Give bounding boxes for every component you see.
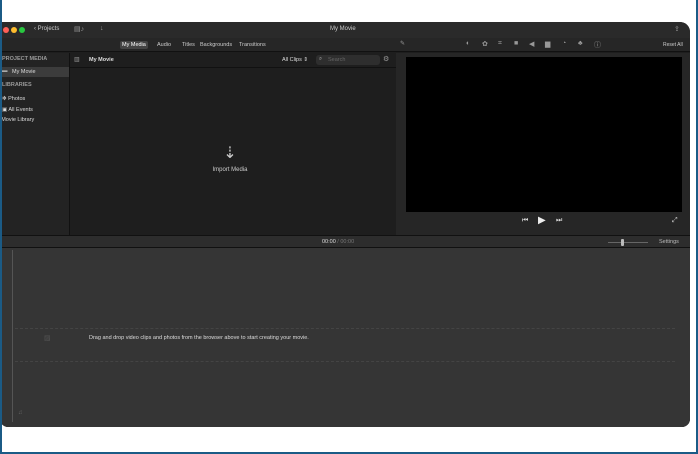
sidebar-toggle-icon[interactable]: ▥ — [74, 56, 80, 63]
zoom-slider[interactable] — [608, 239, 648, 246]
stabilization-icon[interactable]: ■ — [514, 40, 518, 47]
fullscreen-icon[interactable]: ⤢ — [672, 217, 678, 225]
sidebar-item-label: My Movie — [12, 69, 36, 75]
color-balance-icon[interactable]: ◐ — [466, 40, 470, 47]
minimize-button[interactable] — [11, 27, 17, 33]
search-placeholder: Search — [328, 57, 346, 63]
browser-title: My Movie — [89, 57, 114, 63]
timeline-settings-button[interactable]: Settings — [659, 239, 679, 245]
total-time: 00:00 — [340, 239, 355, 245]
equalizer-icon[interactable]: ▆ — [545, 40, 550, 48]
magic-wand-icon[interactable]: ✎ — [400, 40, 405, 47]
projects-back-button[interactable]: ‹ Projects — [34, 26, 59, 32]
import-arrow-icon: ⇣ — [223, 145, 237, 162]
preview-screen — [406, 57, 682, 212]
photo-drop-icon: ▨ — [44, 335, 51, 342]
tab-audio[interactable]: Audio — [155, 41, 173, 49]
media-library-icon[interactable]: ▤♪ — [74, 25, 84, 33]
libraries-sidebar: PROJECT MEDIA My Movie ▬ LIBRARIES ✻ Pho… — [0, 53, 70, 235]
reset-all-button[interactable]: Reset All — [661, 41, 685, 49]
browser-header: ▥ My Movie All Clips ⇕ ⌕ Search ⚙ — [70, 53, 396, 68]
libraries-header: LIBRARIES — [2, 82, 32, 88]
sidebar-item-all-events[interactable]: ▣ All Events — [2, 107, 33, 113]
info-icon[interactable]: ⓘ — [594, 40, 601, 50]
color-correction-icon[interactable]: ✿ — [482, 40, 488, 48]
tab-my-media[interactable]: My Media — [120, 41, 148, 49]
browser-settings-icon[interactable]: ⚙ — [383, 55, 389, 63]
play-icon[interactable]: ▶ — [538, 215, 546, 226]
sidebar-item-label: Photos — [8, 96, 26, 102]
project-media-header: PROJECT MEDIA — [2, 56, 48, 62]
crop-icon[interactable]: ⌗ — [498, 40, 502, 48]
volume-icon[interactable]: ◀ — [529, 40, 534, 48]
projects-label: Projects — [37, 26, 60, 32]
zoom-button[interactable] — [19, 27, 25, 33]
timecode: 00:00 / 00:00 — [322, 239, 355, 245]
current-time: 00:00 — [322, 239, 336, 245]
timeline-hint: Drag and drop video clips and photos fro… — [89, 335, 309, 341]
clapper-icon: ▬ — [2, 68, 8, 74]
filter-icon[interactable]: ♣ — [578, 40, 583, 47]
skip-forward-icon[interactable]: ⏭ — [556, 217, 562, 225]
import-media-label: Import Media — [212, 167, 248, 173]
viewer: ⏮ ▶ ⏭ ⤢ — [396, 53, 690, 235]
title-bar: ‹ Projects ▤♪ ↓ My Movie ⇪ — [0, 22, 690, 38]
speed-icon[interactable]: ◔ — [562, 40, 566, 47]
timeline-bar: 00:00 / 00:00 Settings — [0, 235, 690, 248]
sidebar-item-my-movie[interactable]: My Movie ▬ — [0, 67, 69, 77]
close-button[interactable] — [3, 27, 9, 33]
share-icon[interactable]: ⇪ — [674, 25, 680, 33]
sidebar-item-label: All Events — [8, 107, 33, 113]
sidebar-item-photos[interactable]: ✻ Photos — [2, 96, 25, 102]
skip-back-icon[interactable]: ⏮ — [522, 217, 528, 225]
media-browser: ▥ My Movie All Clips ⇕ ⌕ Search ⚙ ⇣ Impo… — [70, 53, 396, 235]
tab-transitions[interactable]: Transitions — [237, 41, 268, 49]
import-media-button[interactable]: ⇣ Import Media — [200, 143, 260, 173]
zoom-slider-thumb[interactable] — [621, 239, 624, 246]
music-icon: ♫ — [18, 410, 23, 416]
drop-zone[interactable] — [15, 328, 675, 362]
playhead[interactable] — [12, 250, 13, 422]
search-icon: ⌕ — [319, 56, 323, 62]
window-title: My Movie — [330, 26, 356, 32]
search-input[interactable]: ⌕ Search — [316, 55, 380, 65]
clips-filter-select[interactable]: All Clips ⇕ — [282, 57, 308, 63]
import-arrow-icon[interactable]: ↓ — [100, 25, 104, 32]
timeline: ▨ Drag and drop video clips and photos f… — [0, 248, 690, 427]
tab-backgrounds[interactable]: Backgrounds — [198, 41, 234, 49]
sidebar-item-imovie-library[interactable]: iMovie Library — [0, 117, 34, 123]
media-toolbar: My Media Audio Titles Backgrounds Transi… — [0, 38, 690, 52]
clips-filter-value: All Clips — [282, 57, 302, 63]
tab-titles[interactable]: Titles — [180, 41, 197, 49]
imovie-window: ‹ Projects ▤♪ ↓ My Movie ⇪ My Media Audi… — [0, 22, 690, 427]
